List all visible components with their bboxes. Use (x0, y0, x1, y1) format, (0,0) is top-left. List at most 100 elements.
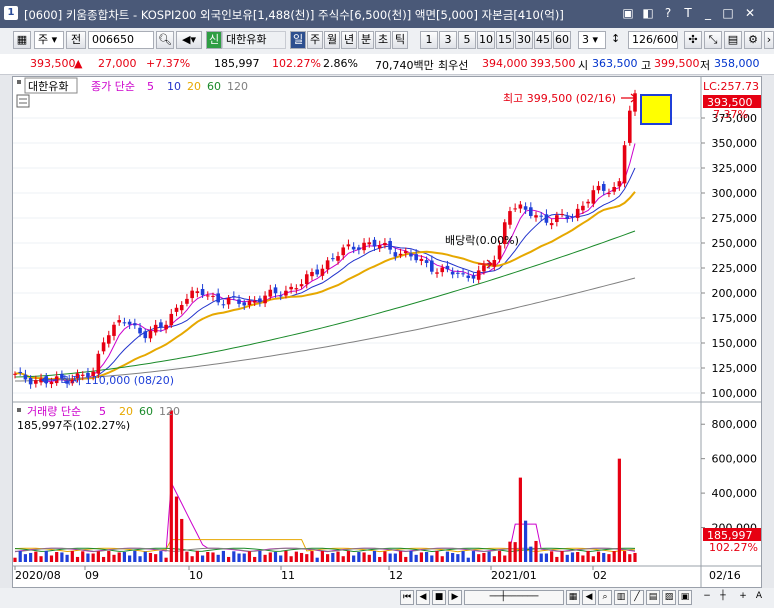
open-label: 시 (578, 59, 589, 72)
volume-bar (154, 554, 158, 562)
interval-button-0[interactable]: 1 (420, 31, 438, 49)
period-button-2[interactable]: 월 (324, 31, 340, 49)
first-page-icon[interactable]: ⏮ (400, 590, 414, 605)
stock-name: 대한유화 (222, 31, 286, 49)
next-icon[interactable]: ▶ (448, 590, 462, 605)
candle-body (367, 242, 372, 245)
volume-tick-label: 800,000 (712, 418, 758, 431)
stock-code-input[interactable]: 006650 (88, 31, 154, 49)
help-icon[interactable]: ? (660, 5, 676, 21)
volume-bar (591, 556, 595, 562)
tools-icon[interactable]: ▦ (566, 590, 580, 605)
interval-button-1[interactable]: 3 (439, 31, 457, 49)
candle-body (544, 214, 549, 223)
period-button-5[interactable]: 초 (375, 31, 391, 49)
toolbar: ▦ 주 ▾ 전 006650 🔍︎ ◀▾ 신 대한유화 3 ▾ ↕ 126/60… (0, 28, 774, 55)
chart-icon[interactable]: ▨ (662, 590, 676, 605)
volume-bar (372, 550, 377, 562)
more-icon[interactable]: › (764, 31, 774, 49)
volume-tick-label: 600,000 (712, 453, 758, 466)
table-view-icon[interactable] (16, 94, 30, 108)
search-icon[interactable]: 🔍︎ (156, 31, 174, 49)
interval-button-6[interactable]: 45 (534, 31, 552, 49)
interval-button-5[interactable]: 30 (515, 31, 533, 49)
candle-body (518, 204, 523, 209)
candle-body (482, 265, 486, 272)
line-icon[interactable]: ╱ (630, 590, 644, 605)
volume-bar (315, 557, 319, 562)
period-button-0[interactable]: 일 (290, 31, 306, 49)
prev-icon[interactable]: ◀ (416, 590, 430, 605)
candle-body (357, 247, 361, 250)
interval-button-7[interactable]: 60 (553, 31, 571, 49)
save-icon[interactable]: ▣ (678, 590, 692, 605)
volume-bar (112, 554, 116, 562)
volume-bar (513, 542, 517, 562)
candle-body (372, 239, 377, 247)
window-menu-icon[interactable]: ▣ (620, 5, 636, 21)
period-button-3[interactable]: 년 (341, 31, 357, 49)
candle-body (122, 322, 127, 324)
stop-icon[interactable]: ■ (432, 590, 446, 605)
volume-bar (461, 551, 465, 562)
candle-body (211, 295, 215, 297)
minimize-icon[interactable]: _ (700, 5, 716, 21)
volume-bar (242, 553, 246, 562)
candle-body (289, 286, 293, 290)
pin-icon[interactable]: T (680, 5, 696, 21)
grid-icon[interactable]: ▥ (614, 590, 628, 605)
link-icon[interactable]: ◧ (640, 5, 656, 21)
candle-body (377, 245, 382, 249)
chart-area[interactable]: 375,000 350,000 325,000 300,000 275,000 250,0… (12, 76, 762, 588)
volume-pct-tag: 102.27% (709, 541, 758, 554)
highlight-marker[interactable] (640, 94, 672, 125)
period-button-6[interactable]: 틱 (392, 31, 408, 49)
table-icon[interactable]: ▤ (646, 590, 660, 605)
volume-bar (466, 557, 470, 562)
candle-body (424, 260, 429, 263)
period-button-4[interactable]: 분 (358, 31, 374, 49)
volume-bar (227, 556, 231, 562)
chart-canvas[interactable]: 375,000350,000325,000300,000275,000250,0… (13, 77, 761, 587)
interval-select[interactable]: 3 ▾ (578, 31, 606, 49)
zoom-slider-icon[interactable]: ┼ (716, 590, 730, 605)
grid-menu-icon[interactable]: ▦ (13, 31, 31, 49)
candle-body (508, 211, 512, 225)
market-all-button[interactable]: 전 (66, 31, 86, 49)
volume-bar (523, 520, 528, 562)
save-icon[interactable]: ▤ (724, 31, 742, 49)
candle-body (226, 297, 231, 305)
font-size-icon[interactable]: A (752, 590, 766, 605)
candle-body (200, 289, 205, 296)
zoom-in-icon[interactable]: + (736, 590, 750, 605)
spin-icon[interactable]: ↕ (608, 31, 626, 49)
page-counter[interactable]: 126/600 (628, 31, 678, 49)
market-type-select[interactable]: 주 ▾ (34, 31, 64, 49)
draw-line-icon[interactable]: ⤡ (704, 31, 722, 49)
candle-body (195, 291, 200, 293)
volume-bar (492, 556, 496, 562)
period-button-1[interactable]: 주 (307, 31, 323, 49)
interval-button-2[interactable]: 5 (458, 31, 476, 49)
close-icon[interactable]: ✕ (742, 5, 758, 21)
arrow-icon[interactable]: ◀ (582, 590, 596, 605)
volume-bar (560, 550, 564, 562)
scroll-slider[interactable]: ──┼────── (464, 590, 564, 605)
volume-bar (633, 552, 637, 562)
volume-bar (237, 553, 241, 562)
crosshair-icon[interactable]: ✣ (684, 31, 702, 49)
candle-body (388, 241, 392, 250)
sound-icon[interactable]: ◀▾ (176, 31, 202, 49)
x-axis-label: 2021/01 (491, 569, 537, 582)
maximize-icon[interactable]: □ (720, 5, 736, 21)
interval-button-3[interactable]: 10 (477, 31, 495, 49)
settings-icon[interactable]: ⚙ (744, 31, 762, 49)
zoom-out-icon[interactable]: − (700, 590, 714, 605)
volume-bar (253, 556, 257, 562)
volume-bar (279, 555, 283, 562)
volume-bar (55, 551, 59, 562)
search-icon[interactable]: ⌕ (598, 590, 612, 605)
interval-button-4[interactable]: 15 (496, 31, 514, 49)
volume-bar (263, 554, 267, 562)
candle-body (304, 274, 309, 285)
